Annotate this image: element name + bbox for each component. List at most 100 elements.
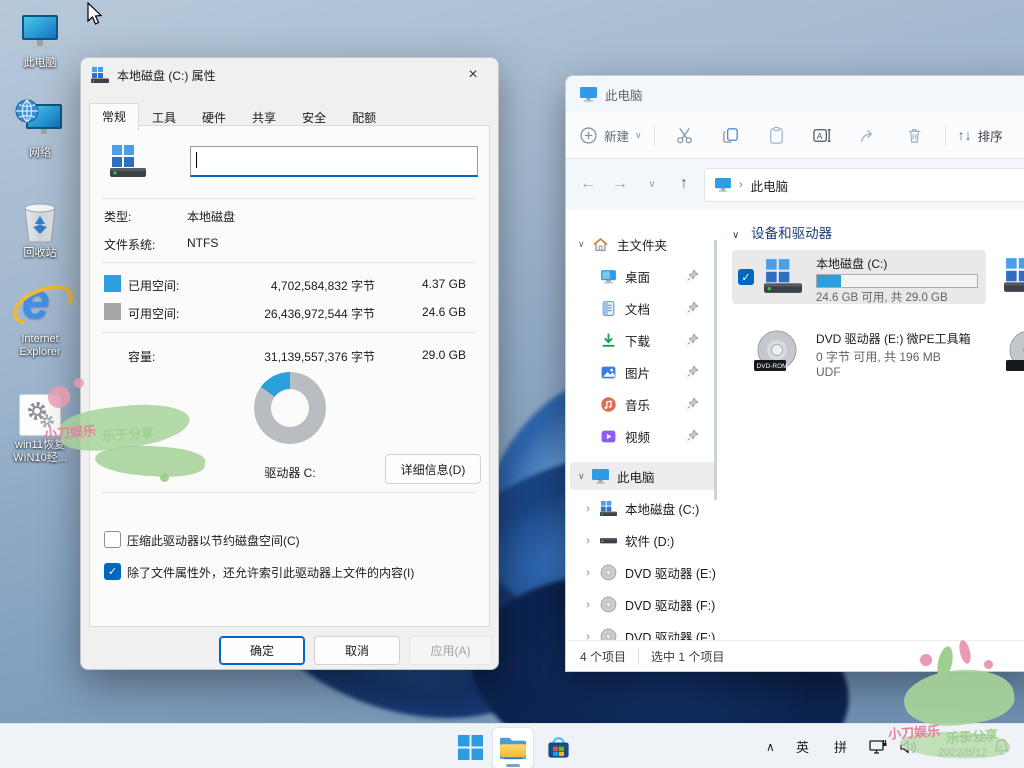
svg-text:z: z [999, 744, 1002, 751]
address-bar[interactable]: › 此电脑 [704, 168, 1024, 202]
toolbar-divider [945, 124, 946, 146]
rename-button[interactable]: A [805, 118, 841, 152]
ok-button[interactable]: 确定 [219, 636, 305, 665]
pin-icon [686, 301, 699, 314]
clock[interactable]: 14:55 2022/8/12 [925, 732, 987, 760]
partial-drive-icon [1004, 258, 1024, 292]
breadcrumb[interactable]: 此电脑 [751, 176, 789, 195]
desktop-icon-win11-restore[interactable]: win11恢复 WIN10经... [2, 390, 78, 465]
separator [102, 198, 475, 199]
pin-icon [686, 269, 699, 282]
sidebar-item-desktop[interactable]: 桌面 [566, 262, 721, 290]
store-button[interactable] [538, 727, 578, 767]
desktop-icon-network[interactable]: 网络 [2, 98, 78, 160]
sidebar-item-documents[interactable]: 文档 [566, 294, 721, 322]
desktop-icon-label: 网络 [2, 147, 78, 160]
start-button[interactable] [450, 727, 490, 767]
dvd-disc-icon: DVD-ROM [754, 328, 800, 374]
drive-icon [110, 144, 146, 178]
sidebar-item-drive-c[interactable]: › 本地磁盘 (C:) [566, 494, 721, 522]
details-button[interactable]: 详细信息(D) [385, 454, 481, 484]
share-button[interactable] [851, 118, 887, 152]
tab-sharing[interactable]: 共享 [239, 103, 289, 131]
sidebar-item-this-pc[interactable]: ∨ 此电脑 [566, 462, 721, 490]
dvd-info-line1: 0 字节 可用, 共 196 MB [816, 348, 941, 365]
sort-arrows-icon: ↑↓ [958, 127, 972, 143]
up-button[interactable]: ↑ [668, 175, 700, 193]
tab-security[interactable]: 安全 [289, 103, 339, 131]
used-space-label: 已用空间: [128, 277, 179, 294]
compress-checkbox[interactable] [104, 531, 121, 548]
status-selected-count: 选中 1 个项目 [651, 648, 724, 665]
desktop-icon-label: 回收站 [2, 247, 78, 260]
sidebar-item-home[interactable]: ∨ 主文件夹 [566, 230, 721, 258]
toolbar-divider [654, 124, 655, 146]
close-icon: × [468, 66, 477, 84]
file-explorer-button[interactable] [492, 727, 534, 768]
sidebar-item-label: 文档 [625, 299, 650, 318]
tab-tools[interactable]: 工具 [139, 103, 189, 131]
sidebar-item-label: 主文件夹 [617, 235, 667, 254]
section-header-devices-drives[interactable]: ∨ 设备和驱动器 [732, 222, 832, 242]
delete-button[interactable] [897, 118, 933, 152]
sidebar-item-dvd-e[interactable]: › DVD 驱动器 (E:) [566, 558, 721, 586]
file-explorer-window: 此电脑 新建 ∨ [565, 75, 1024, 672]
desktop-icon-this-pc[interactable]: 此电脑 [2, 8, 78, 70]
network-tray-icon[interactable] [868, 724, 888, 768]
dvd-e-item[interactable]: DVD-ROM DVD 驱动器 (E:) 微PE工具箱 0 字节 可用, 共 1… [732, 324, 986, 386]
sidebar-item-label: 下载 [625, 331, 650, 350]
explorer-titlebar[interactable]: 此电脑 [566, 76, 1024, 112]
sidebar-item-drive-d[interactable]: › 软件 (D:) [566, 526, 721, 554]
sidebar-scrollbar[interactable] [714, 240, 717, 500]
drive-icon [600, 532, 617, 549]
apply-button[interactable]: 应用(A) [409, 636, 492, 665]
downloads-icon [600, 332, 617, 349]
paste-button[interactable] [759, 118, 795, 152]
ime-mode-button[interactable]: 拼 [834, 724, 847, 768]
ime-language-button[interactable]: 英 [796, 724, 809, 768]
tab-quota[interactable]: 配额 [339, 103, 389, 131]
explorer-tab-title[interactable]: 此电脑 [605, 85, 643, 104]
dialog-titlebar[interactable]: 本地磁盘 (C:) 属性 × [81, 58, 498, 92]
drive-letter-label: 驱动器 C: [230, 464, 350, 481]
copy-button[interactable] [713, 118, 749, 152]
close-button[interactable]: × [452, 60, 494, 90]
sort-button[interactable]: ↑↓ 排序 [958, 126, 1003, 145]
section-header-label: 设备和驱动器 [751, 226, 832, 241]
notification-bell-icon[interactable]: z [992, 724, 1011, 768]
chevron-down-icon: ∨ [578, 471, 592, 482]
back-button[interactable]: ← [572, 175, 604, 193]
home-icon [592, 236, 609, 253]
history-chevron-button[interactable]: ∨ [636, 179, 668, 190]
tray-chevron-icon[interactable]: ∧ [766, 724, 775, 768]
volume-tray-icon[interactable] [898, 724, 918, 768]
tray-time: 14:55 [925, 732, 987, 746]
explorer-toolbar: 新建 ∨ [566, 112, 1024, 159]
sidebar-item-dvd-f[interactable]: › DVD 驱动器 (F:) [566, 590, 721, 618]
sidebar-item-label: 本地磁盘 (C:) [625, 499, 699, 518]
sidebar-item-pictures[interactable]: 图片 [566, 358, 721, 386]
drive-c-item[interactable]: ✓ 本地磁盘 (C:) 24.6 GB 可用, 共 29.0 GB [732, 250, 986, 304]
sidebar-item-videos[interactable]: 视频 [566, 422, 721, 450]
sidebar-item-music[interactable]: 音乐 [566, 390, 721, 418]
sidebar-item-downloads[interactable]: 下载 [566, 326, 721, 354]
cancel-button[interactable]: 取消 [314, 636, 400, 665]
tab-hardware[interactable]: 硬件 [189, 103, 239, 131]
item-checkbox[interactable]: ✓ [738, 269, 754, 285]
capacity-label: 容量: [128, 348, 155, 365]
volume-name-input[interactable] [190, 146, 478, 177]
share-icon [859, 126, 878, 145]
desktop-icon-recycle-bin[interactable]: 回收站 [2, 198, 78, 260]
explorer-navigation-bar: ← → ∨ ↑ › 此电脑 [566, 158, 1024, 210]
cut-button[interactable] [667, 118, 703, 152]
svg-text:DVD-ROM: DVD-ROM [757, 363, 788, 370]
compress-checkbox-label: 压缩此驱动器以节约磁盘空间(C) [127, 532, 300, 549]
desktop-icon-internet-explorer[interactable]: e Internet Explorer [2, 284, 78, 359]
explorer-status-bar: 4 个项目 选中 1 个项目 [566, 640, 1024, 671]
new-button[interactable]: 新建 ∨ [580, 126, 642, 145]
tab-general[interactable]: 常规 [89, 103, 139, 131]
volume-name-field[interactable] [191, 147, 481, 177]
forward-button[interactable]: → [604, 175, 636, 193]
index-checkbox[interactable]: ✓ [104, 563, 121, 580]
microsoft-store-icon [545, 734, 572, 761]
